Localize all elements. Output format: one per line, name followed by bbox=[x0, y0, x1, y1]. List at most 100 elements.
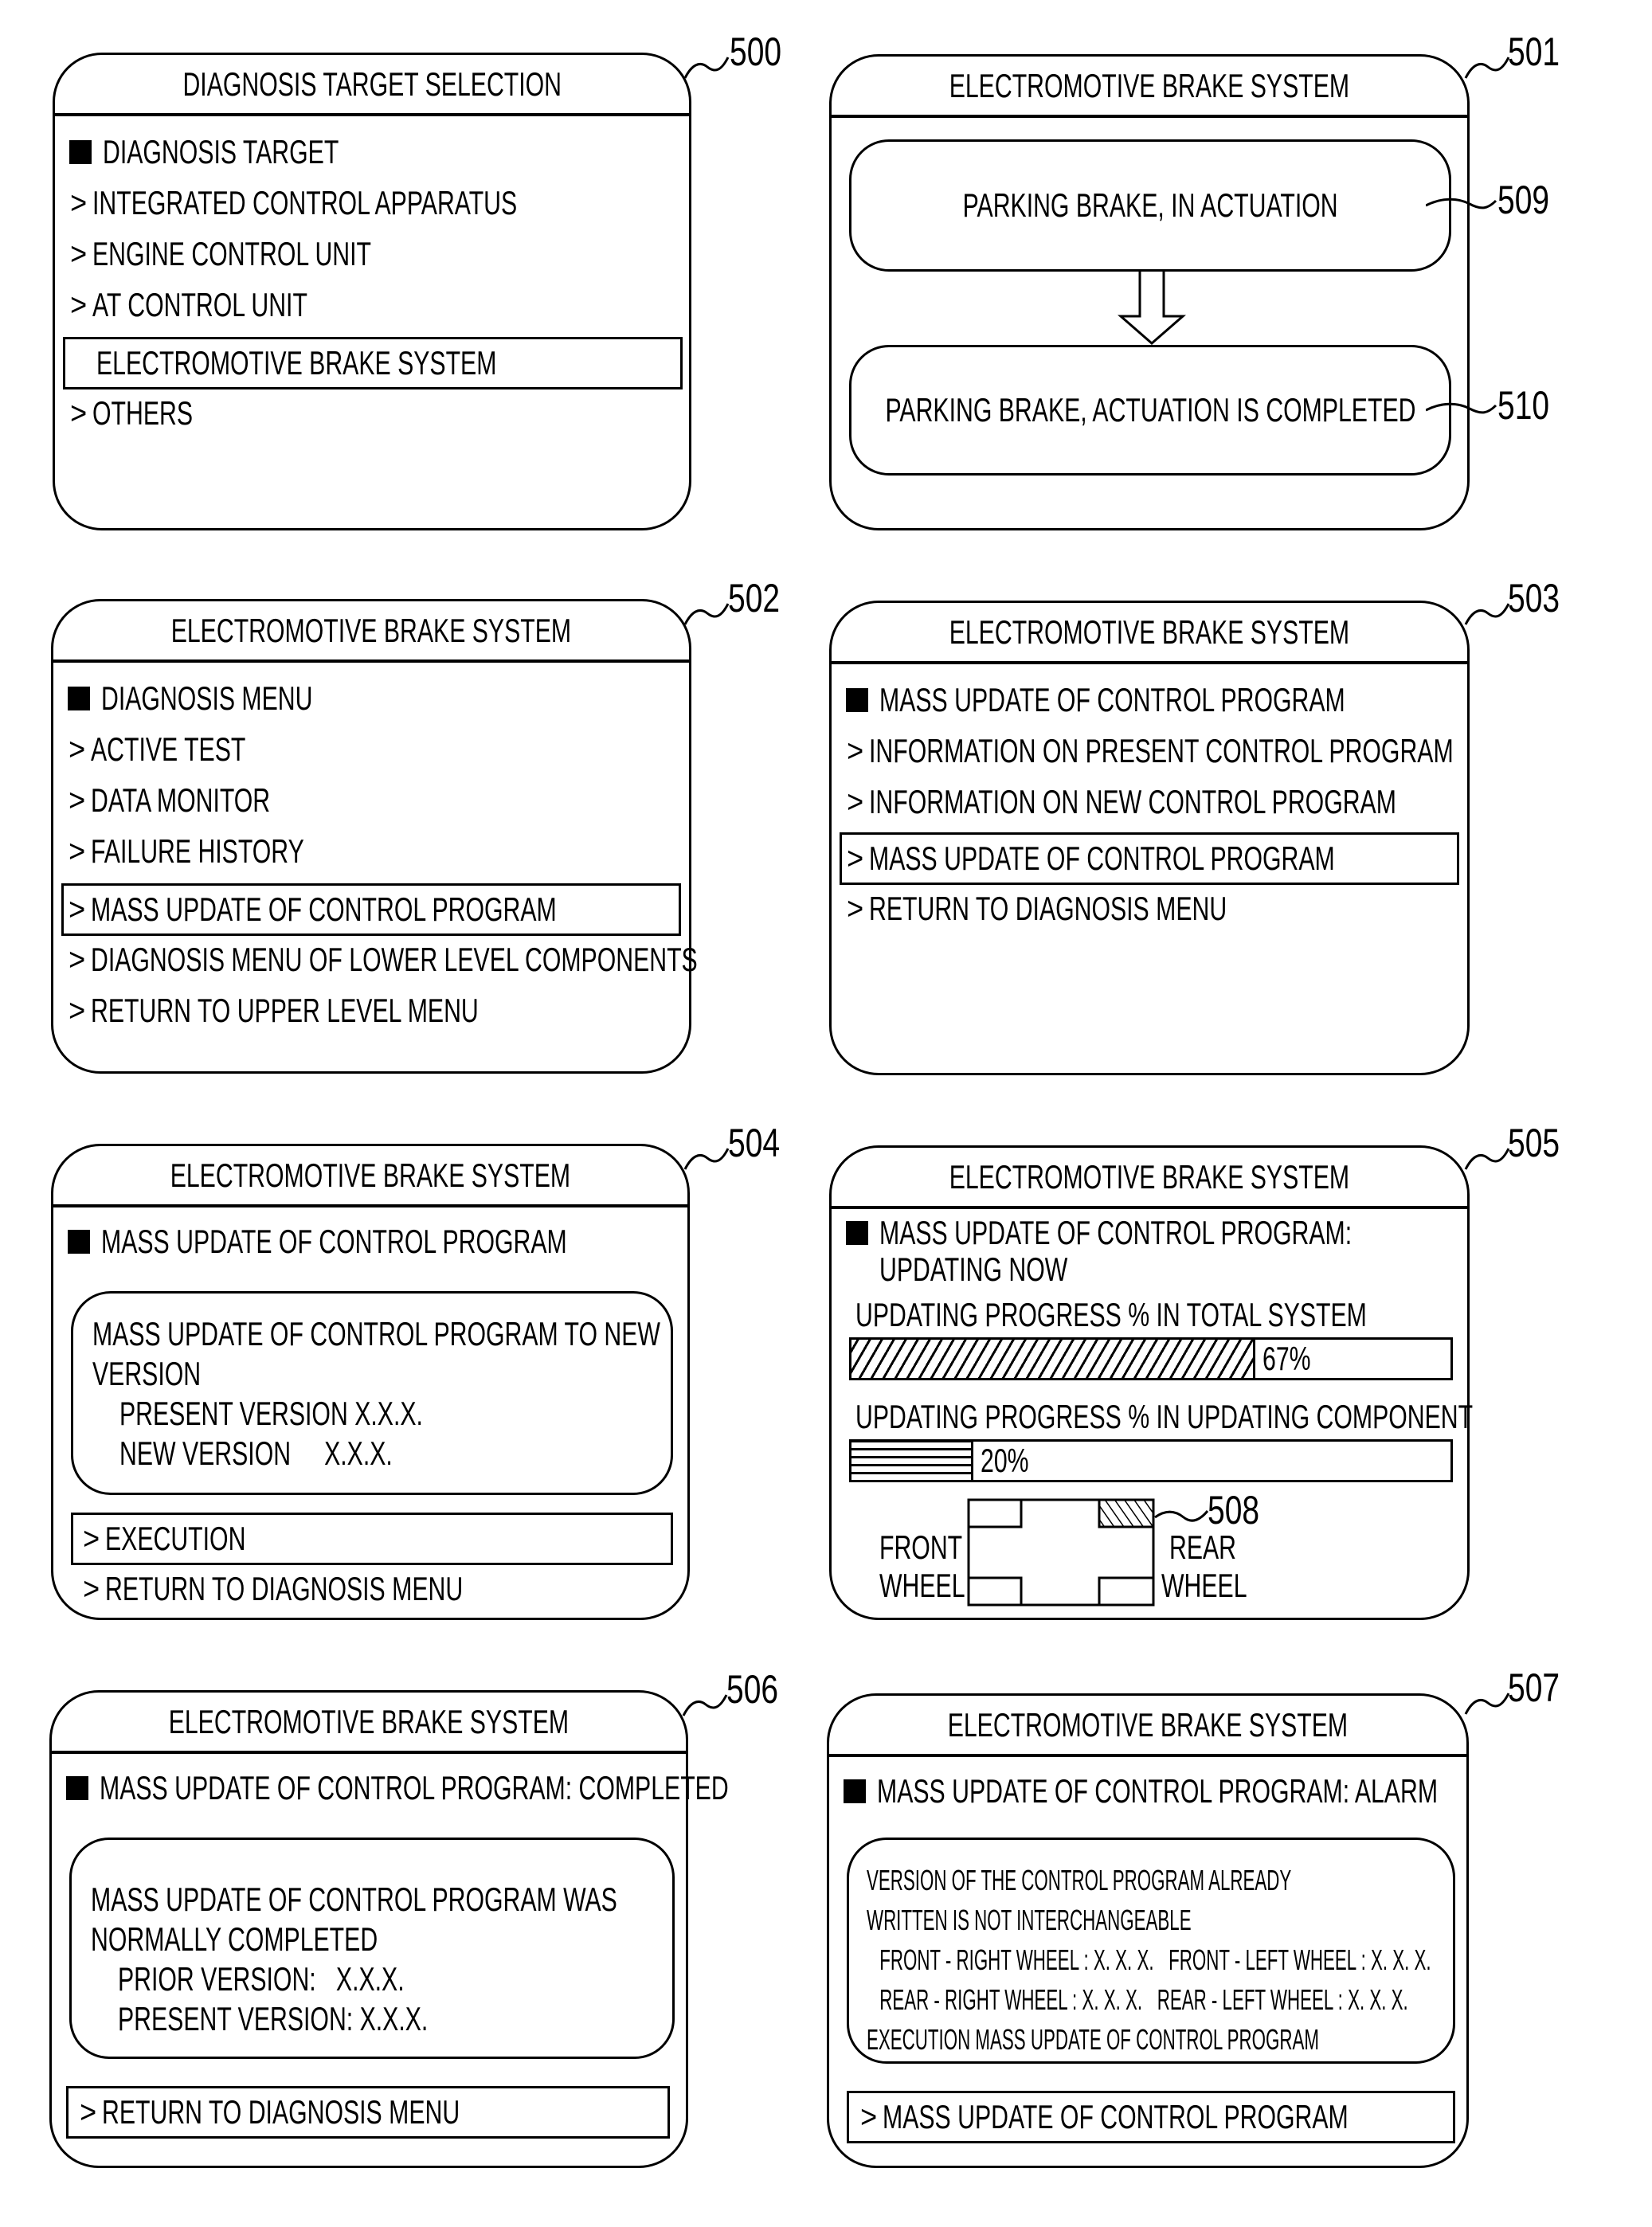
panel-title: ELECTROMOTIVE BRAKE SYSTEM bbox=[52, 1693, 686, 1754]
panel-title: ELECTROMOTIVE BRAKE SYSTEM bbox=[832, 603, 1467, 664]
chevron-right-icon: > bbox=[70, 185, 88, 221]
menu-item-data-monitor[interactable]: > DATA MONITOR bbox=[68, 778, 340, 823]
panel-title: ELECTROMOTIVE BRAKE SYSTEM bbox=[53, 601, 689, 663]
panel-title: ELECTROMOTIVE BRAKE SYSTEM bbox=[53, 1146, 687, 1207]
chevron-right-icon: > bbox=[847, 890, 864, 926]
menu-item-return-diagnosis-menu[interactable]: > RETURN TO DIAGNOSIS MENU bbox=[846, 886, 1366, 931]
menu-item-integrated-control-apparatus[interactable]: > INTEGRATED CONTROL APPARATUS bbox=[69, 181, 683, 225]
section-heading-status: UPDATING NOW bbox=[879, 1250, 1068, 1288]
chevron-right-icon: > bbox=[847, 733, 864, 769]
reference-numeral: 501 bbox=[1508, 29, 1560, 74]
reference-leader-line bbox=[683, 1148, 730, 1170]
component-progress-label: UPDATING PROGRESS % IN UPDATING COMPONEN… bbox=[855, 1398, 1474, 1435]
menu-item-active-test[interactable]: > ACTIVE TEST bbox=[68, 727, 306, 772]
section-heading: DIAGNOSIS TARGET bbox=[69, 130, 431, 174]
chevron-right-icon: > bbox=[69, 891, 86, 927]
panel-parking-brake-state: ELECTROMOTIVE BRAKE SYSTEM PARKING BRAKE… bbox=[829, 54, 1470, 530]
chevron-right-icon: > bbox=[69, 833, 86, 869]
menu-item-lower-level-components[interactable]: > DIAGNOSIS MENU OF LOWER LEVEL COMPONEN… bbox=[68, 937, 934, 982]
chevron-right-icon: > bbox=[80, 2094, 97, 2130]
panel-title: DIAGNOSIS TARGET SELECTION bbox=[55, 55, 689, 116]
reference-numeral: 506 bbox=[726, 1667, 779, 1712]
section-heading: MASS UPDATE OF CONTROL PROGRAM bbox=[846, 678, 1526, 722]
menu-item-failure-history[interactable]: > FAILURE HISTORY bbox=[68, 829, 387, 874]
chevron-right-icon: > bbox=[70, 236, 88, 272]
state-box-actuation-completed: PARKING BRAKE, ACTUATION IS COMPLETED bbox=[849, 345, 1451, 476]
rear-left-wheel bbox=[1098, 1576, 1155, 1607]
prior-version: PRIOR VERSION: X.X.X. bbox=[118, 1960, 405, 1998]
message-line: MASS UPDATE OF CONTROL PROGRAM WAS bbox=[91, 1881, 617, 1918]
square-bullet-icon bbox=[844, 1779, 866, 1803]
total-progress-fill bbox=[851, 1340, 1255, 1378]
panel-title: ELECTROMOTIVE BRAKE SYSTEM bbox=[829, 1696, 1466, 1757]
menu-item-mass-update[interactable]: > MASS UPDATE OF CONTROL PROGRAM bbox=[846, 836, 1516, 881]
new-version: NEW VERSION X.X.X. bbox=[119, 1434, 393, 1472]
chevron-right-icon: > bbox=[83, 1521, 100, 1556]
reference-numeral: 504 bbox=[728, 1121, 781, 1165]
menu-item-engine-control-unit[interactable]: > ENGINE CONTROL UNIT bbox=[69, 232, 480, 276]
square-bullet-icon bbox=[846, 1221, 868, 1245]
state-box-in-actuation: PARKING BRAKE, IN ACTUATION bbox=[849, 139, 1451, 272]
section-heading: MASS UPDATE OF CONTROL PROGRAM: bbox=[846, 1213, 1536, 1253]
panel-update-alarm: ELECTROMOTIVE BRAKE SYSTEM MASS UPDATE O… bbox=[827, 1693, 1469, 2168]
message-line: MASS UPDATE OF CONTROL PROGRAM TO NEW bbox=[92, 1315, 660, 1352]
menu-item-mass-update[interactable]: > MASS UPDATE OF CONTROL PROGRAM bbox=[68, 887, 738, 932]
panel-diagnosis-target-selection: DIAGNOSIS TARGET SELECTION DIAGNOSIS TAR… bbox=[53, 53, 691, 530]
chevron-right-icon: > bbox=[69, 992, 86, 1028]
reference-leader-line bbox=[683, 603, 730, 625]
alarm-message-box: VERSION OF THE CONTROL PROGRAM ALREADY W… bbox=[847, 1838, 1455, 2064]
square-bullet-icon bbox=[68, 1230, 90, 1254]
chevron-right-icon: > bbox=[70, 395, 88, 431]
wheel-versions-front: FRONT - RIGHT WHEEL : X. X. X. FRONT - L… bbox=[875, 1943, 1431, 1976]
panel-mass-update-confirm: ELECTROMOTIVE BRAKE SYSTEM MASS UPDATE O… bbox=[51, 1144, 690, 1620]
reference-numeral: 508 bbox=[1208, 1488, 1260, 1532]
front-left-wheel bbox=[967, 1576, 1023, 1607]
wheel-versions-rear: REAR - RIGHT WHEEL : X. X. X. REAR - LEF… bbox=[875, 1983, 1408, 2016]
component-progress-bar: 20% bbox=[849, 1439, 1453, 1482]
square-bullet-icon bbox=[69, 140, 92, 164]
menu-item-info-present-program[interactable]: > INFORMATION ON PRESENT CONTROL PROGRAM bbox=[846, 729, 1652, 773]
message-line: EXECUTION MASS UPDATE OF CONTROL PROGRAM bbox=[867, 2023, 1319, 2056]
section-heading: MASS UPDATE OF CONTROL PROGRAM bbox=[68, 1219, 748, 1264]
total-progress-value: 67% bbox=[1262, 1340, 1311, 1377]
present-version: PRESENT VERSION X.X.X. bbox=[119, 1395, 423, 1432]
confirmation-message-box: MASS UPDATE OF CONTROL PROGRAM TO NEW VE… bbox=[71, 1291, 673, 1495]
return-diagnosis-menu-button[interactable]: > RETURN TO DIAGNOSIS MENU bbox=[79, 2090, 599, 2135]
chevron-right-icon: > bbox=[847, 840, 864, 876]
front-right-wheel bbox=[967, 1498, 1023, 1528]
present-version: PRESENT VERSION: X.X.X. bbox=[118, 2000, 429, 2037]
menu-item-electromotive-brake-system[interactable]: ELECTROMOTIVE BRAKE SYSTEM bbox=[96, 341, 652, 386]
message-line: VERSION bbox=[92, 1355, 202, 1392]
menu-item-return-upper-level[interactable]: > RETURN TO UPPER LEVEL MENU bbox=[68, 988, 629, 1033]
panel-update-completed: ELECTROMOTIVE BRAKE SYSTEM MASS UPDATE O… bbox=[49, 1690, 729, 2168]
completion-message-box: MASS UPDATE OF CONTROL PROGRAM WAS NORMA… bbox=[69, 1838, 675, 2059]
menu-item-info-new-program[interactable]: > INFORMATION ON NEW CONTROL PROGRAM bbox=[846, 780, 1602, 824]
total-progress-bar: 67% bbox=[849, 1337, 1453, 1380]
message-line: WRITTEN IS NOT INTERCHANGEABLE bbox=[867, 1904, 1192, 1936]
square-bullet-icon bbox=[68, 687, 90, 710]
chevron-right-icon: > bbox=[70, 287, 88, 323]
panel-title: ELECTROMOTIVE BRAKE SYSTEM bbox=[832, 57, 1467, 118]
panel-title: ELECTROMOTIVE BRAKE SYSTEM bbox=[832, 1148, 1467, 1209]
section-heading: MASS UPDATE OF CONTROL PROGRAM: ALARM bbox=[844, 1769, 1652, 1814]
reference-leader-line bbox=[1464, 1148, 1510, 1170]
reference-numeral: 509 bbox=[1497, 178, 1550, 222]
return-diagnosis-menu-button[interactable]: > RETURN TO DIAGNOSIS MENU bbox=[82, 1567, 602, 1611]
chevron-right-icon: > bbox=[847, 784, 864, 820]
reference-leader-line bbox=[1426, 402, 1497, 414]
message-line: NORMALLY COMPLETED bbox=[91, 1920, 378, 1958]
rear-right-wheel-updating bbox=[1098, 1498, 1155, 1528]
square-bullet-icon bbox=[66, 1776, 88, 1800]
square-bullet-icon bbox=[846, 688, 868, 712]
reference-numeral: 500 bbox=[730, 29, 782, 74]
reference-numeral: 503 bbox=[1508, 576, 1560, 620]
panel-diagnosis-menu: ELECTROMOTIVE BRAKE SYSTEM DIAGNOSIS MEN… bbox=[51, 599, 698, 1074]
menu-item-others[interactable]: > OTHERS bbox=[69, 391, 232, 436]
execution-button[interactable]: > EXECUTION bbox=[82, 1517, 300, 1561]
chevron-right-icon: > bbox=[69, 782, 86, 818]
mass-update-button[interactable]: > MASS UPDATE OF CONTROL PROGRAM bbox=[859, 2095, 1529, 2139]
menu-item-at-control-unit[interactable]: > AT CONTROL UNIT bbox=[69, 283, 391, 327]
rear-wheel-label: REAR WHEEL bbox=[1161, 1528, 1247, 1604]
chevron-right-icon: > bbox=[860, 2099, 878, 2135]
component-progress-value: 20% bbox=[981, 1442, 1029, 1479]
